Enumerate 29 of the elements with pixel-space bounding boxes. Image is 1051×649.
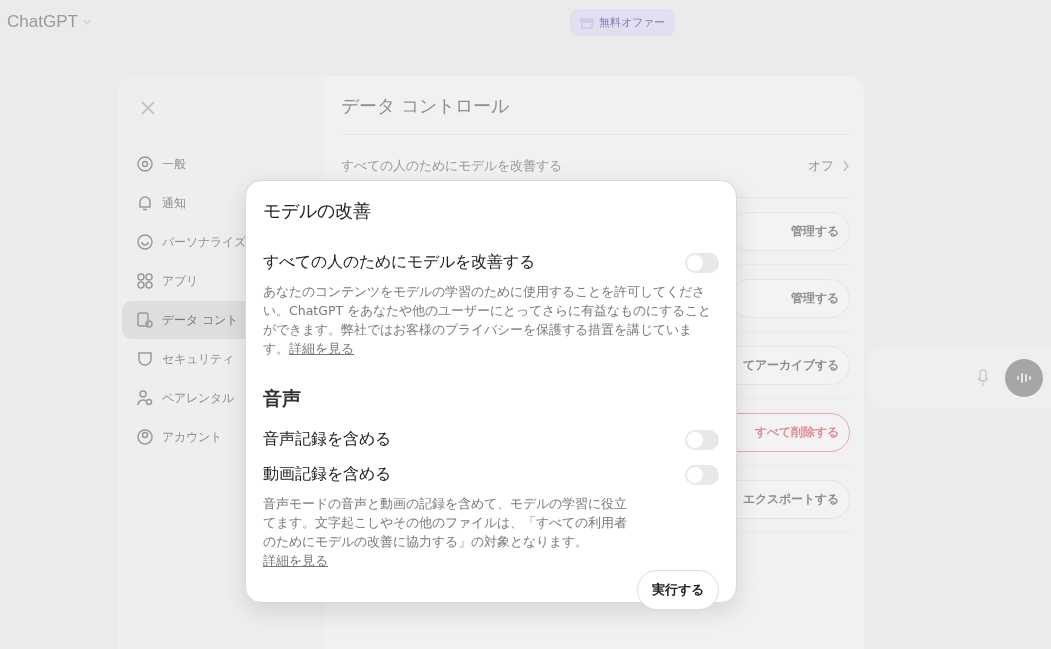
model-selector[interactable]: ChatGPT: [7, 12, 92, 32]
smiley-icon: [136, 233, 154, 251]
sidebar-item[interactable]: 一般: [122, 145, 321, 183]
run-button[interactable]: 実行する: [637, 570, 719, 610]
gear-icon: [136, 155, 154, 173]
close-icon[interactable]: [141, 101, 155, 115]
offer-button[interactable]: 無料オファー: [569, 8, 675, 36]
toggle-label: すべての人のためにモデルを改善する: [263, 252, 535, 273]
people-icon: [136, 389, 154, 407]
microphone-icon: [977, 369, 989, 387]
section-heading: 音声: [263, 386, 302, 411]
chevron-icon: [81, 17, 92, 27]
waveform-icon: [1015, 372, 1033, 384]
learn-more-link[interactable]: 詳細を見る: [263, 553, 328, 568]
panel-title: データ コントロール: [341, 94, 850, 135]
chat-input[interactable]: [868, 347, 1051, 409]
toggle-label: 動画記録を含める: [263, 464, 391, 485]
learn-more-link[interactable]: 詳細を見る: [289, 341, 354, 356]
setting-value[interactable]: オフ: [808, 157, 834, 175]
grid-icon: [136, 272, 154, 290]
document-icon: [136, 311, 154, 329]
bell-icon: [136, 194, 154, 212]
modal-title: モデルの改善: [263, 199, 372, 223]
toggle-label: 音声記録を含める: [263, 429, 391, 450]
setting-label: すべての人のためにモデルを改善する: [341, 157, 563, 175]
chevron-icon: [842, 160, 850, 172]
voice-button[interactable]: [1005, 359, 1043, 397]
description-text: 音声モードの音声と動画の記録を含めて、モデルの学習に役立てます。文字起こしやその他のファイルは、「すべての利用者のためにモデルの改善に協力する」の対象となります。 詳細を見る: [263, 495, 628, 570]
shield-icon: [136, 350, 154, 368]
